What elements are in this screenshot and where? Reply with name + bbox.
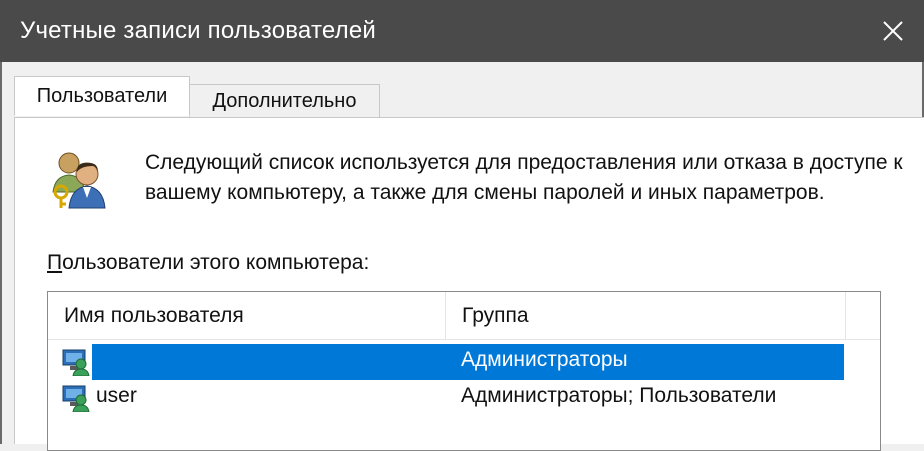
column-header-username[interactable]: Имя пользователя bbox=[48, 292, 446, 339]
cell-username: user bbox=[96, 384, 137, 407]
cell-group: Администраторы bbox=[461, 348, 628, 371]
close-button[interactable] bbox=[862, 0, 924, 62]
window-border-left bbox=[0, 62, 2, 444]
close-icon bbox=[883, 21, 903, 41]
table-row[interactable]: Администраторы bbox=[48, 344, 880, 380]
list-label-accelerator: П bbox=[47, 251, 63, 274]
tab-users[interactable]: Пользователи bbox=[14, 76, 190, 116]
users-listview[interactable]: Имя пользователя Группа Администраторы u… bbox=[47, 291, 881, 451]
list-label-text: ользователи этого компьютера: bbox=[62, 251, 370, 274]
title-bar: Учетные записи пользователей bbox=[0, 0, 924, 62]
user-computer-icon bbox=[62, 349, 90, 376]
user-computer-icon bbox=[62, 385, 90, 412]
listview-header: Имя пользователя Группа bbox=[48, 292, 880, 340]
users-list-label: Пользователи этого компьютера: bbox=[47, 251, 369, 275]
description-text: Следующий список используется для предос… bbox=[145, 151, 903, 204]
tab-advanced[interactable]: Дополнительно bbox=[189, 84, 380, 118]
cell-group: Администраторы; Пользователи bbox=[461, 384, 777, 407]
tab-panel: Следующий список используется для предос… bbox=[14, 117, 924, 451]
table-row[interactable]: user Администраторы; Пользователи bbox=[48, 380, 880, 416]
users-group-icon bbox=[52, 152, 106, 209]
window-title: Учетные записи пользователей bbox=[20, 17, 376, 44]
column-header-group[interactable]: Группа bbox=[446, 292, 846, 339]
